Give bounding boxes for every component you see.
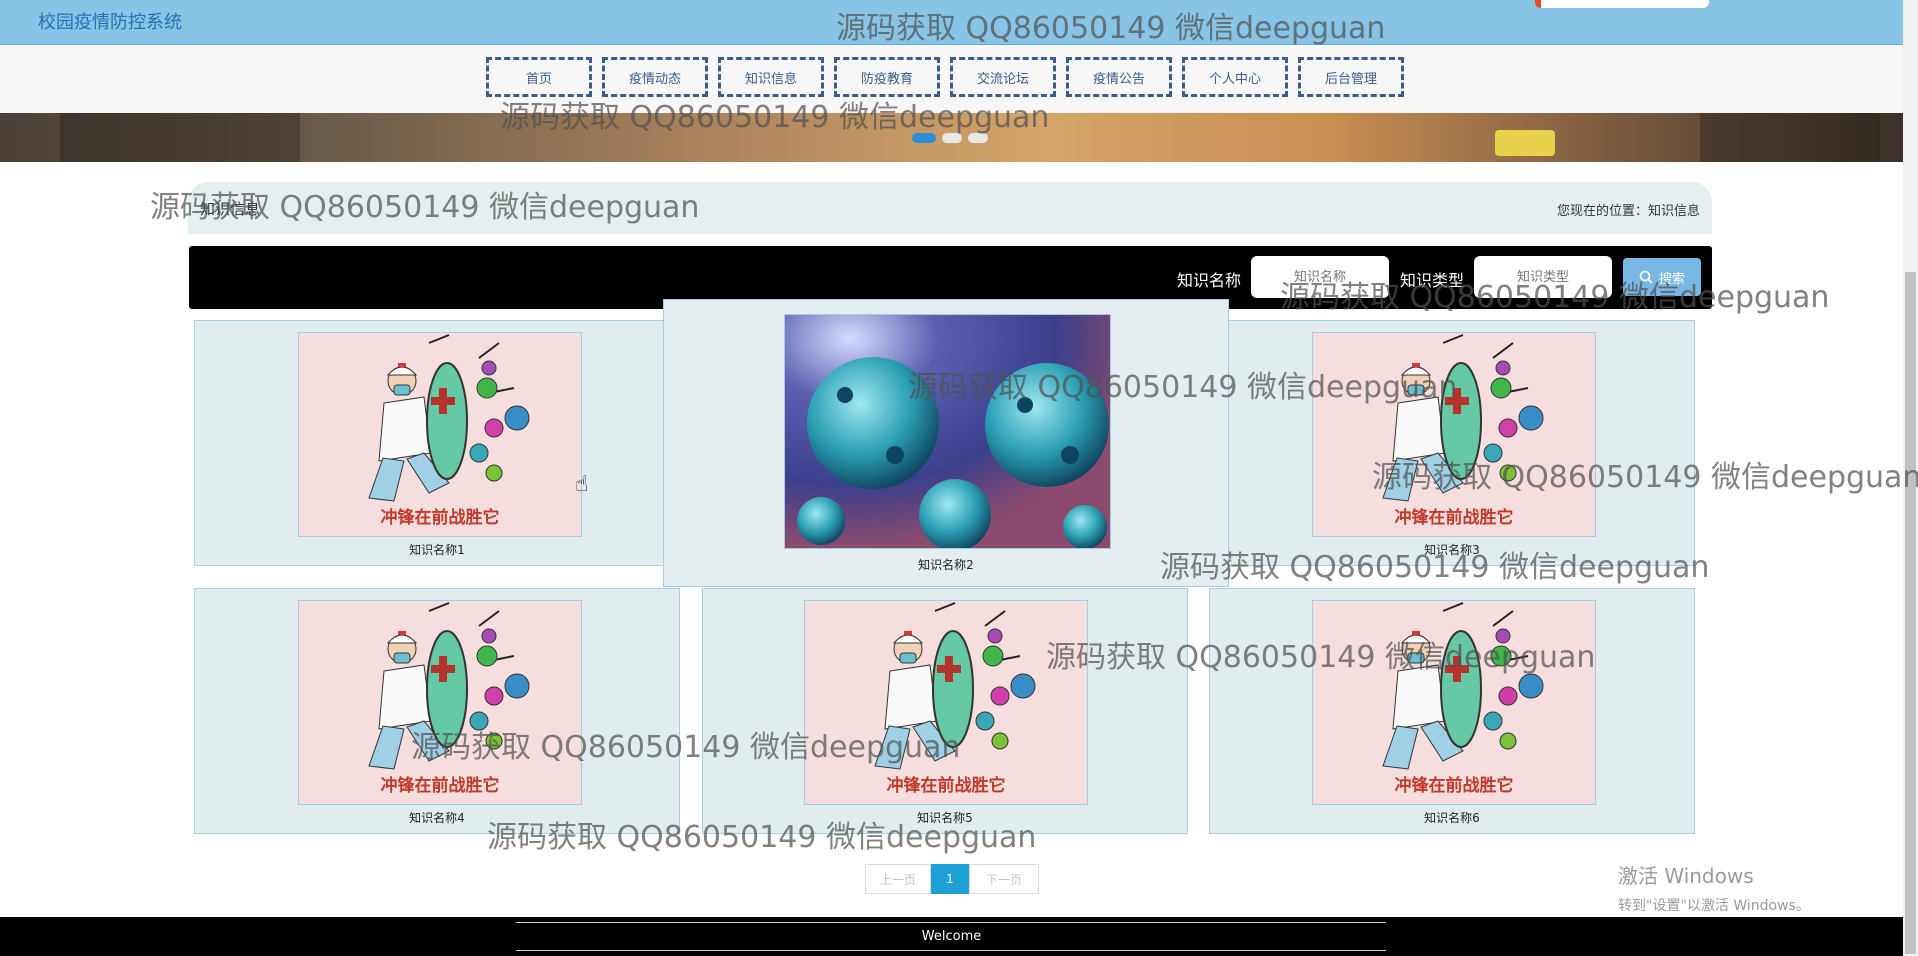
section-title: 知识信息 [200, 200, 261, 218]
card-title[interactable]: 知识名称4 [195, 809, 679, 826]
doctor-poster-image: 冲锋在前战胜它 [805, 601, 1087, 804]
card-title[interactable]: 知识名称2 [664, 556, 1228, 573]
footer: Welcome [0, 917, 1903, 956]
type-label: 知识类型 [1400, 271, 1465, 290]
banner-shelf [60, 113, 300, 162]
next-page-button[interactable]: 下一页 [969, 864, 1039, 894]
name-label: 知识名称 [1177, 271, 1242, 290]
nav-item-admin[interactable]: 后台管理 [1298, 57, 1404, 97]
doctor-poster-image: 冲锋在前战胜它 [1313, 333, 1595, 536]
brand-logo [1535, 0, 1709, 8]
type-search-input[interactable] [1474, 256, 1612, 298]
prev-page-button[interactable]: 上一页 [865, 864, 931, 894]
card-image[interactable] [784, 314, 1111, 549]
card-image[interactable]: 冲锋在前战胜它 [1312, 332, 1596, 537]
activation-title: 激活 Windows [1618, 864, 1754, 888]
carousel-dot[interactable] [968, 133, 988, 143]
card-image[interactable]: 冲锋在前战胜它 [1312, 600, 1596, 805]
card-image[interactable]: 冲锋在前战胜它 [298, 332, 582, 537]
location-bar: 知识信息 您现在的位置：知识信息 [188, 182, 1712, 234]
search-button-label: 搜索 [1658, 271, 1685, 287]
nav-item-personal-center[interactable]: 个人中心 [1182, 57, 1288, 97]
site-title[interactable]: 校园疫情防控系统 [38, 8, 182, 34]
doctor-poster-image: 冲锋在前战胜它 [1313, 601, 1595, 804]
card-title[interactable]: 知识名称3 [1210, 541, 1694, 558]
banner-shelf [1700, 113, 1880, 162]
carousel-dot[interactable] [942, 133, 962, 143]
carousel-indicators [912, 133, 988, 143]
virus-image [785, 315, 1110, 548]
poster-caption: 冲锋在前战胜它 [1395, 775, 1514, 796]
pagination: 上一页 1 下一页 [865, 864, 1039, 894]
knowledge-card[interactable]: 冲锋在前战胜它 知识名称6 [1209, 588, 1695, 834]
card-title[interactable]: 知识名称1 [195, 541, 679, 558]
main-nav: 首页 疫情动态 知识信息 防疫教育 交流论坛 疫情公告 个人中心 后台管理 [486, 57, 1404, 97]
knowledge-card[interactable]: 冲锋在前战胜它 知识名称3 [1209, 320, 1695, 566]
knowledge-card-hovered[interactable]: 知识名称2 [663, 299, 1229, 587]
nav-item-prevention-education[interactable]: 防疫教育 [834, 57, 940, 97]
carousel-dot[interactable] [912, 133, 936, 143]
top-header: 校园疫情防控系统 [0, 0, 1918, 45]
breadcrumb: 您现在的位置：知识信息 [1556, 204, 1700, 219]
card-title[interactable]: 知识名称6 [1210, 809, 1694, 826]
nav-item-forum[interactable]: 交流论坛 [950, 57, 1056, 97]
nav-item-knowledge[interactable]: 知识信息 [718, 57, 824, 97]
card-image[interactable]: 冲锋在前战胜它 [804, 600, 1088, 805]
search-icon [1639, 270, 1653, 284]
footer-divider [516, 922, 1386, 923]
poster-caption: 冲锋在前战胜它 [1395, 507, 1514, 528]
card-title[interactable]: 知识名称5 [703, 809, 1187, 826]
footer-text: Welcome [921, 929, 982, 944]
current-page[interactable]: 1 [931, 864, 969, 894]
banner-box [1495, 130, 1555, 156]
knowledge-card[interactable]: 冲锋在前战胜它 知识名称4 [194, 588, 680, 834]
poster-caption: 冲锋在前战胜它 [381, 507, 500, 528]
search-button[interactable]: 搜索 [1623, 258, 1701, 296]
nav-item-announcements[interactable]: 疫情公告 [1066, 57, 1172, 97]
footer-divider [516, 950, 1386, 951]
poster-caption: 冲锋在前战胜它 [887, 775, 1006, 796]
knowledge-card[interactable]: 冲锋在前战胜它 知识名称1 [194, 320, 680, 566]
scrollbar-thumb[interactable] [1905, 272, 1916, 954]
pointer-cursor-icon: ☝ [575, 472, 589, 497]
name-search-input[interactable] [1251, 256, 1389, 298]
doctor-poster-image: 冲锋在前战胜它 [299, 601, 581, 804]
knowledge-card[interactable]: 冲锋在前战胜它 知识名称5 [702, 588, 1188, 834]
activation-subtitle: 转到"设置"以激活 Windows。 [1618, 898, 1810, 914]
doctor-poster-image: 冲锋在前战胜它 [299, 333, 581, 536]
poster-caption: 冲锋在前战胜它 [381, 775, 500, 796]
nav-item-home[interactable]: 首页 [486, 57, 592, 97]
windows-activation-notice: 激活 Windows 转到"设置"以激活 Windows。 [1618, 860, 1810, 915]
nav-item-epidemic-news[interactable]: 疫情动态 [602, 57, 708, 97]
card-image[interactable]: 冲锋在前战胜它 [298, 600, 582, 805]
